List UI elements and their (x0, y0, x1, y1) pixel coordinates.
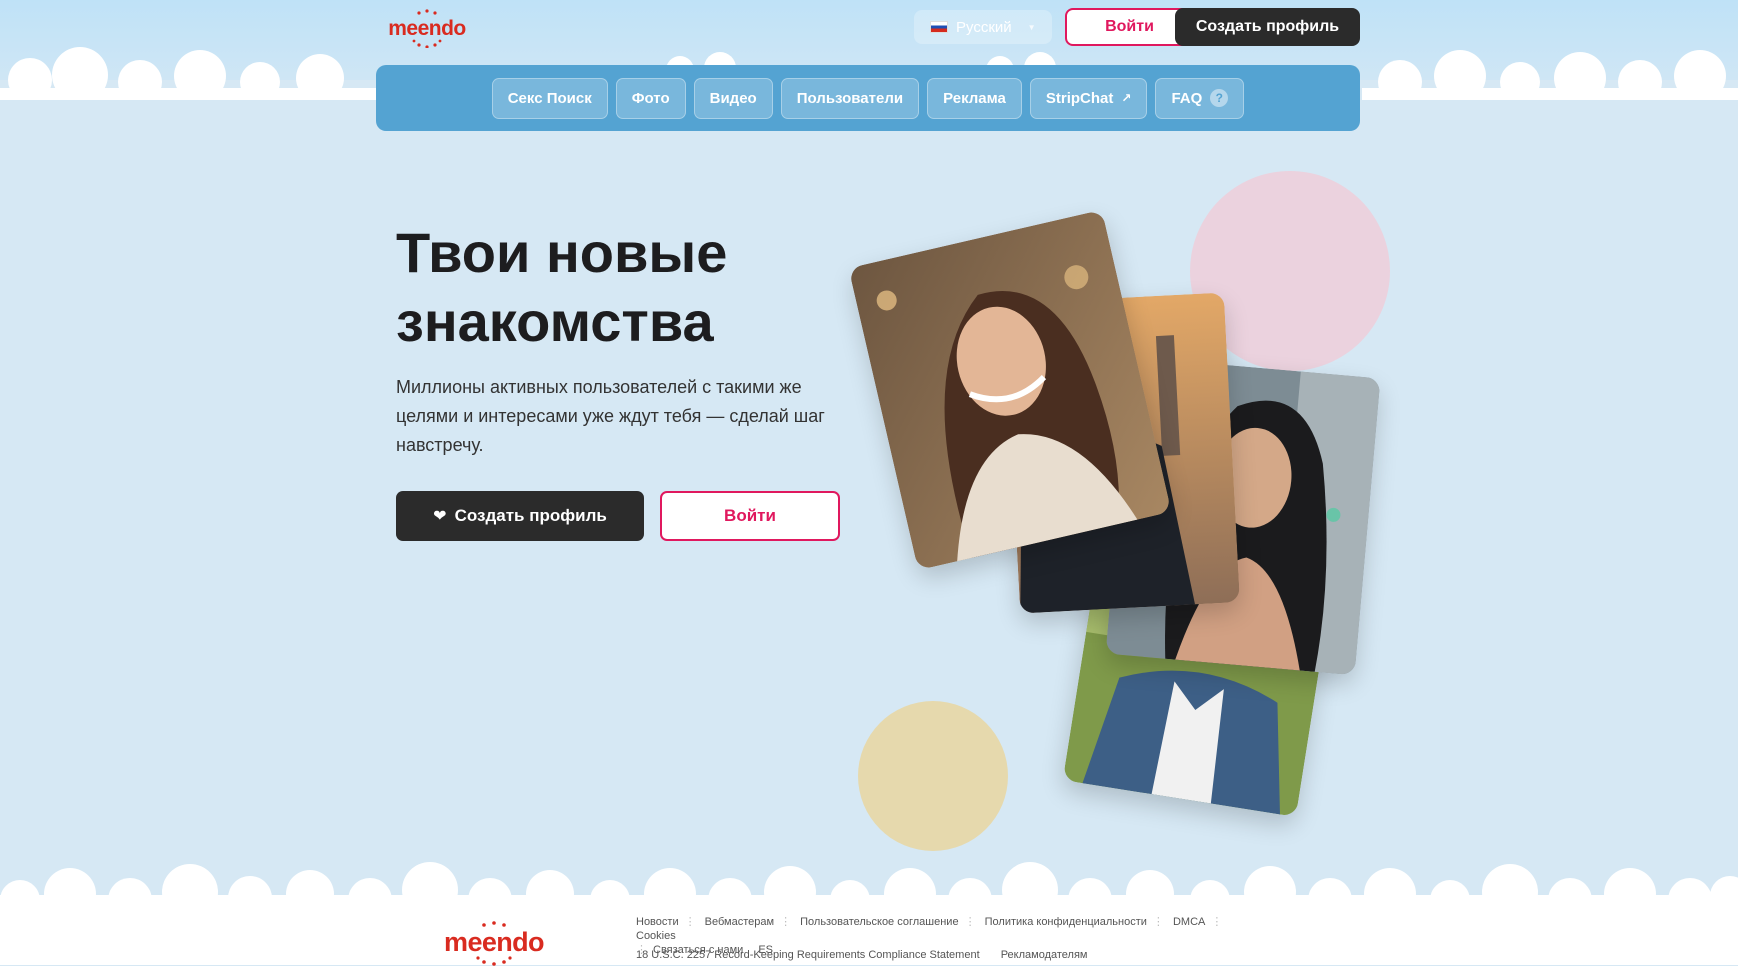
hero-title-line2: знакомства (396, 290, 714, 353)
nav-item-video[interactable]: Видео (693, 77, 773, 119)
nav-item-photo[interactable]: Фото (615, 77, 686, 119)
nav-item-label: Видео (709, 89, 757, 107)
svg-text:meendo: meendo (388, 17, 466, 40)
nav-item-label: Фото (631, 89, 670, 107)
profile-photo-woman-smiling (848, 209, 1172, 571)
meendo-logo[interactable]: meendo (386, 8, 468, 48)
create-profile-button[interactable]: Создать профиль (1175, 8, 1360, 46)
svg-text:meendo: meendo (444, 927, 544, 957)
footer-link-terms[interactable]: Пользовательское соглашение (800, 916, 958, 928)
nav-item-label: Секс Поиск (507, 89, 592, 107)
footer-link-cookies[interactable]: Cookies (636, 930, 676, 942)
language-select[interactable]: Русский ▼ (914, 10, 1052, 44)
chevron-down-icon: ▼ (1027, 22, 1036, 32)
hero-create-profile-button[interactable]: ❤ Создать профиль (396, 491, 644, 541)
nav-item-faq[interactable]: FAQ? (1155, 77, 1245, 119)
flag-russia-icon (930, 21, 948, 33)
nav-item-label: FAQ (1171, 89, 1203, 107)
help-icon: ? (1210, 89, 1229, 107)
footer-link-webmasters[interactable]: Вебмастерам (705, 916, 774, 928)
decorative-circle-sand (858, 701, 1008, 851)
footer-link-news[interactable]: Новости (636, 916, 679, 928)
nav-item-label: Реклама (943, 89, 1006, 107)
footer-link-dmca[interactable]: DMCA (1173, 916, 1205, 928)
footer-meendo-logo[interactable]: meendo (442, 920, 546, 966)
heart-icon: ❤ (433, 508, 447, 525)
footer-link-compliance[interactable]: 18 U.S.C. 2257 Record-Keeping Requiremen… (636, 949, 980, 961)
nav-item-ads[interactable]: Реклама (927, 77, 1022, 119)
language-label: Русский (956, 18, 1012, 36)
footer-link-privacy[interactable]: Политика конфиденциальности (985, 916, 1147, 928)
nav-item-users[interactable]: Пользователи (780, 77, 920, 119)
nav-item-sex-search[interactable]: Секс Поиск (491, 77, 608, 119)
hero-subtitle: Миллионы активных пользователей с такими… (396, 377, 825, 455)
footer-compliance-row: 18 U.S.C. 2257 Record-Keeping Requiremen… (636, 949, 1105, 961)
main-nav: Секс Поиск Фото Видео Пользователи Рекла… (376, 65, 1360, 131)
hero-title: Твои новые знакомства (396, 218, 856, 356)
nav-item-label: Пользователи (796, 89, 904, 107)
nav-item-stripchat[interactable]: StripChat ↗ (1029, 77, 1148, 119)
footer-link-advertisers[interactable]: Рекламодателям (1001, 949, 1088, 961)
hero-title-line1: Твои новые (396, 221, 728, 284)
external-link-icon: ↗ (1121, 91, 1132, 105)
hero-create-profile-label: Создать профиль (454, 506, 607, 525)
hero-login-button[interactable]: Войти (660, 491, 840, 541)
nav-item-label: StripChat (1045, 89, 1114, 107)
